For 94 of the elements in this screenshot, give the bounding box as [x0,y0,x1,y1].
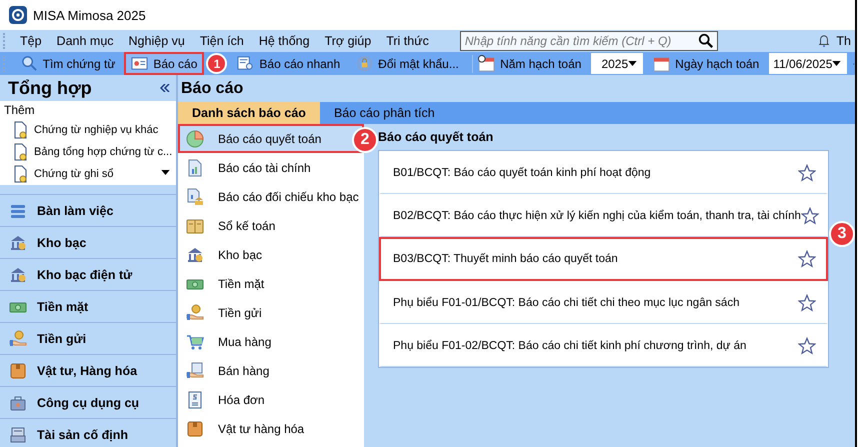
category-item[interactable]: Hóa đơn [178,385,364,414]
toolbar-button[interactable]: Báo cáo nhanh [230,52,348,75]
calendar-icon [653,55,670,72]
box-hand-icon [186,362,204,380]
book-icon [186,216,204,234]
report-row[interactable]: Phụ biểu F01-02/BCQT: Báo cáo chi tiết kinh phí chương trình, dự án [379,324,828,367]
tab[interactable]: Danh sách báo cáo [178,102,320,124]
report-row[interactable]: Phụ biểu F01-01/BCQT: Báo cáo chi tiết chi theo mục lục ngân sách [379,281,828,324]
search-icon [20,55,38,72]
callout-badge: 2 [352,127,378,153]
toolbar-button[interactable]: Báo cáo [124,52,204,75]
star-icon[interactable] [798,164,816,182]
category-item[interactable]: Mua hàng [178,327,364,356]
document-icon [14,121,28,139]
menu-item[interactable]: Hệ thống [252,34,319,48]
category-item[interactable]: Báo cáo đối chiếu kho bạc [178,182,364,211]
bank-icon [186,246,204,264]
report-title: B02/BCQT: Báo cáo thực hiện xử lý kiến nghị của kiểm toán, thanh tra, tài chính [393,210,801,222]
menu-item[interactable]: Tệp [14,34,51,48]
toolbar-button[interactable]: Đổi mật khẩu... [349,52,466,75]
report-icon [131,55,148,72]
bell-icon[interactable] [818,34,830,48]
document-chart-icon [186,158,204,176]
toolbox-icon [9,394,27,412]
search-icon[interactable] [698,33,714,49]
report-title: Phụ biểu F01-01/BCQT: Báo cáo chi tiết chi theo mục lục ngân sách [393,297,740,309]
box-icon [186,420,204,438]
app-logo-icon [9,6,27,24]
bank-icon [9,234,27,252]
menu-item[interactable]: Th [830,34,851,48]
report-title: Phụ biểu F01-02/BCQT: Báo cáo chi tiết kinh phí chương trình, dự án [393,340,746,352]
lock-icon [356,55,374,72]
toolbar-button[interactable]: Tìm chứng từ [14,52,122,75]
date-label: Ngày hạch toán [675,56,760,70]
nav-item[interactable]: Tiền mặt [0,291,176,323]
year-dropdown[interactable]: 2025 [591,53,644,74]
report-title: B03/BCQT: Thuyết minh báo cáo quyết toán [393,253,618,265]
nav-item[interactable]: Vật tư, Hàng hóa [0,355,176,387]
search-field[interactable]: Nhập tính năng cần tìm kiếm (Ctrl + Q) [460,31,718,51]
callout-badge: 3 [829,221,855,247]
menu-item[interactable]: Trợ giúp [318,34,380,48]
category-item[interactable]: Tiền mặt [178,269,364,298]
coin-hand-icon [9,330,27,348]
cabinet-icon [9,426,27,444]
shortcut-item[interactable]: Bảng tổng hợp chứng từ c... [0,141,176,163]
category-item[interactable]: Báo cáo tài chính [178,153,364,182]
shortcut-item[interactable]: Chứng từ ghi sổ [0,163,176,185]
calendar-clock-icon [478,55,496,72]
window-title: MISA Mimosa 2025 [33,8,146,22]
report-title: B01/BCQT: Báo cáo quyết toán kinh phí hoạt động [393,167,651,179]
group-title: Báo cáo quyết toán [378,129,494,146]
page-title: Báo cáo [180,79,244,99]
nav-item[interactable]: Công cụ dụng cụ [0,387,176,419]
report-row[interactable]: B02/BCQT: Báo cáo thực hiện xử lý kiến nghị của kiểm toán, thanh tra, tài chính [379,194,828,237]
section-label: Thêm [3,102,36,119]
report-search-icon [237,55,254,72]
receipt-icon [186,390,204,408]
coin-hand-icon [186,304,204,322]
dropdown-caret-icon[interactable] [161,170,170,175]
collapse-icon[interactable] [160,84,170,92]
caret-icon [628,61,638,66]
document-bank-icon [186,188,204,206]
date-dropdown[interactable]: 11/06/2025 [769,53,848,74]
report-row[interactable]: B03/BCQT: Thuyết minh báo cáo quyết toán [379,237,828,281]
shortcut-item[interactable]: Chứng từ nghiệp vụ khác [0,119,176,141]
year-label: Năm hạch toán [500,56,582,70]
menu-item[interactable]: Danh mục [50,34,123,48]
menu-item[interactable]: Nghiệp vụ [122,34,194,48]
menu-item[interactable]: Tri thức [380,34,438,48]
nav-item[interactable]: Bàn làm việc [0,195,176,227]
star-icon[interactable] [800,207,819,225]
tab[interactable]: Báo cáo phân tích [320,102,449,124]
nav-item[interactable]: Tiền gửi [0,323,176,355]
box-icon [9,362,27,380]
category-item[interactable]: Kho bạc [178,240,364,269]
star-icon[interactable] [798,294,816,312]
pie-chart-icon [186,130,204,148]
category-item[interactable]: Bán hàng [178,356,364,385]
callout-badge: 1 [206,53,228,74]
cart-icon [186,332,204,350]
category-item[interactable]: Vật tư hàng hóa [178,414,364,443]
document-icon [14,143,28,161]
nav-item[interactable]: Tài sản cố định [0,419,176,447]
caret-icon [832,61,842,66]
star-icon[interactable] [798,250,816,268]
category-item[interactable]: Tiền gửi [178,298,364,327]
nav-item[interactable]: Kho bạc điện tử [0,259,176,291]
bank-icon [9,266,27,284]
sidebar-title: Tổng hợp [8,78,92,98]
category-item[interactable]: Sổ kế toán [178,211,364,240]
report-row[interactable]: B01/BCQT: Báo cáo quyết toán kinh phí hoạt động [379,151,828,194]
star-icon[interactable] [798,337,816,355]
menu-item[interactable]: Tiện ích [194,34,253,48]
nav-item[interactable]: Kho bạc [0,227,176,259]
